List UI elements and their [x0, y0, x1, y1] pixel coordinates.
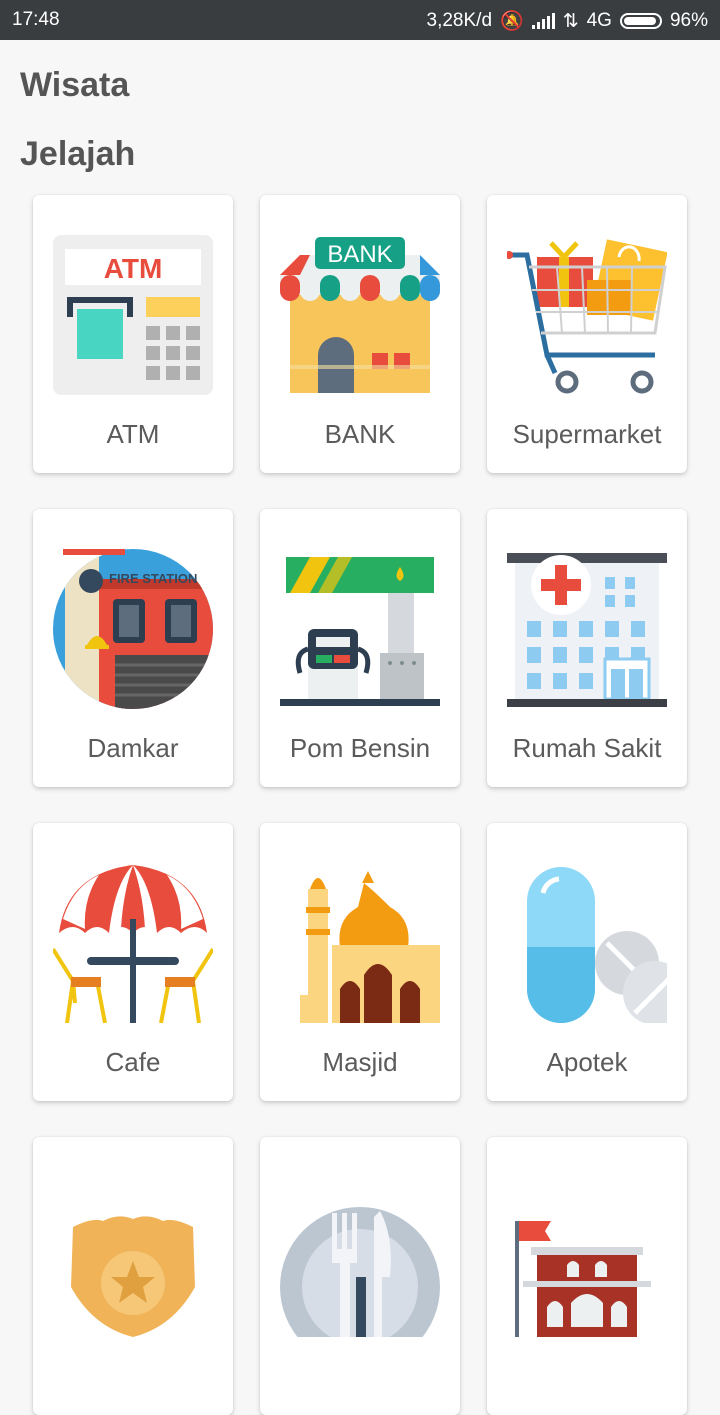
- pills-icon: [527, 867, 667, 1023]
- fire-station-icon: FIRE STATION: [53, 549, 213, 709]
- cafe-umbrella-icon: [53, 865, 213, 1023]
- signal-icon: [531, 13, 555, 29]
- gas-station-icon: [280, 557, 440, 706]
- status-right: 3,28K/d 🔕 ⇅ 4G 96%: [427, 9, 708, 33]
- category-card-police[interactable]: [33, 1137, 233, 1415]
- bank-icon: BANK: [280, 237, 440, 393]
- category-card-cafe[interactable]: Cafe: [33, 823, 233, 1101]
- category-label: Cafe: [105, 1047, 161, 1077]
- category-card-bank[interactable]: BANK BANK: [260, 195, 460, 473]
- restaurant-icon: [280, 1207, 440, 1337]
- category-card-supermarket[interactable]: Supermarket: [487, 195, 687, 473]
- net-speed: 3,28K/d: [426, 10, 493, 31]
- category-card-government[interactable]: [487, 1137, 687, 1415]
- section-title: Jelajah: [20, 135, 136, 173]
- mosque-icon: [300, 871, 440, 1023]
- category-card-restaurant[interactable]: [260, 1137, 460, 1415]
- police-badge-icon: [71, 1216, 195, 1337]
- network-type: 4G: [586, 10, 612, 31]
- category-card-pom-bensin[interactable]: Pom Bensin: [260, 509, 460, 787]
- category-card-masjid[interactable]: Masjid: [260, 823, 460, 1101]
- svg-text:ATM: ATM: [104, 253, 163, 284]
- atm-icon: ATM: [53, 235, 213, 395]
- data-arrows-icon: ⇅: [562, 10, 579, 32]
- government-building-icon: [515, 1221, 651, 1337]
- category-label: Apotek: [546, 1047, 628, 1077]
- category-label: Masjid: [322, 1047, 398, 1077]
- shopping-cart-icon: [507, 239, 667, 394]
- category-card-atm[interactable]: ATM ATM: [33, 195, 233, 473]
- category-label: Damkar: [87, 733, 179, 763]
- status-time: 17:48: [12, 9, 60, 30]
- category-label: ATM: [106, 419, 160, 449]
- battery-icon: [619, 13, 662, 29]
- category-card-rumah-sakit[interactable]: Rumah Sakit: [487, 509, 687, 787]
- status-bar: 17:48 3,28K/d 🔕 ⇅ 4G 96%: [0, 0, 720, 40]
- category-label: Pom Bensin: [289, 733, 431, 763]
- svg-text:FIRE STATION: FIRE STATION: [109, 571, 197, 586]
- category-card-apotek[interactable]: Apotek: [487, 823, 687, 1101]
- battery-level: 96%: [669, 10, 708, 31]
- category-card-damkar[interactable]: FIRE STATION Damkar: [33, 509, 233, 787]
- category-label: Supermarket: [512, 419, 662, 449]
- page-title: Wisata: [20, 66, 130, 104]
- category-label: BANK: [324, 419, 396, 449]
- mute-icon: 🔕: [500, 11, 524, 32]
- hospital-icon: [507, 553, 667, 707]
- svg-text:BANK: BANK: [327, 241, 392, 268]
- category-label: Rumah Sakit: [512, 733, 662, 763]
